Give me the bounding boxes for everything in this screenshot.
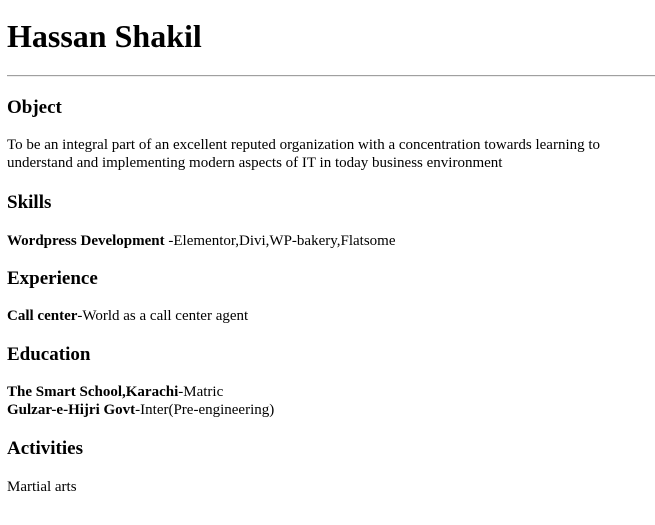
resume-name: Hassan Shakil [7, 18, 202, 54]
object-heading: Object [7, 97, 62, 118]
skills-detail: -Elementor,Divi,WP-bakery,Flatsome [164, 233, 396, 249]
education-heading: Education [7, 344, 91, 365]
education-detail: -Inter(Pre-engineering) [135, 402, 275, 418]
experience-heading: Experience [7, 268, 98, 289]
experience-entry: Call center-World as a call center agent [7, 307, 655, 325]
skills-entry: Wordpress Development -Elementor,Divi,WP… [7, 232, 655, 250]
education-detail: -Matric [178, 384, 224, 400]
experience-title: Call center [7, 308, 78, 324]
activities-heading: Activities [7, 438, 83, 459]
education-school: The Smart School,Karachi [7, 384, 179, 400]
education-school: Gulzar-e-Hijri Govt [7, 402, 136, 418]
resume-page: Hassan Shakil Object To be an integral p… [0, 0, 655, 496]
header-divider [7, 75, 655, 77]
activities-text: Martial arts [7, 479, 77, 495]
education-entries: The Smart School,Karachi-Matric Gulzar-e-… [7, 383, 655, 419]
skills-heading: Skills [7, 192, 52, 213]
experience-detail: -World as a call center agent [77, 308, 249, 324]
object-text: To be an integral part of an excellent r… [7, 137, 601, 171]
skills-title: Wordpress Development [7, 233, 165, 249]
